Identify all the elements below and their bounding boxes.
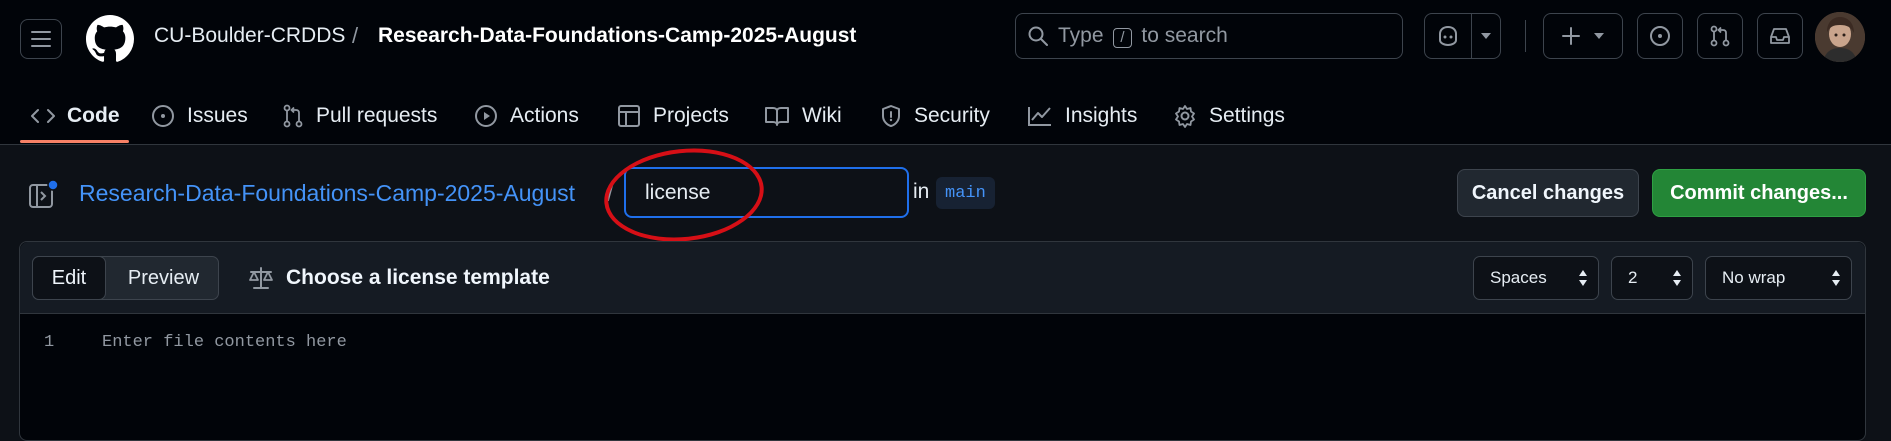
menu-button[interactable] [20, 19, 62, 59]
tab-settings[interactable]: Settings [1173, 88, 1285, 144]
repo-link[interactable]: Research-Data-Foundations-Camp-2025-Augu… [79, 180, 575, 207]
header-divider [1525, 20, 1526, 52]
avatar-image [1815, 12, 1865, 62]
pull-requests-button[interactable] [1697, 13, 1743, 59]
triangle-down-icon [1594, 33, 1604, 39]
filename-input[interactable] [624, 167, 909, 218]
issue-icon [1650, 26, 1670, 46]
breadcrumb-separator: / [352, 23, 359, 48]
tab-wiki[interactable]: Wiki [764, 88, 842, 144]
github-logo-icon[interactable] [86, 15, 134, 63]
repo-nav: Code Issues Pull requests Actions Projec… [0, 88, 1891, 144]
preview-mode-button[interactable]: Preview [110, 256, 217, 300]
breadcrumb-owner[interactable]: CU-Boulder-CRDDS [154, 24, 345, 48]
license-template-label: Choose a license template [286, 266, 550, 289]
edit-mode-button[interactable]: Edit [32, 256, 106, 300]
triangle-down-icon [1480, 33, 1491, 39]
tab-insights-label: Insights [1065, 104, 1138, 127]
path-separator: / [607, 180, 614, 206]
search-placeholder-suffix: to search [1141, 24, 1228, 47]
tab-actions-label: Actions [510, 104, 579, 127]
search-placeholder-prefix: Type [1058, 24, 1104, 47]
issue-icon [152, 105, 174, 127]
active-tab-indicator [20, 140, 129, 143]
copilot-button[interactable] [1425, 14, 1472, 58]
search-icon [1028, 26, 1048, 46]
wrap-mode-select[interactable]: No wrap [1705, 256, 1852, 300]
play-icon [475, 105, 497, 127]
tab-issues-label: Issues [187, 104, 248, 127]
indent-size-value: 2 [1628, 268, 1638, 287]
branch-badge: main [936, 177, 995, 209]
avatar[interactable] [1815, 12, 1865, 62]
tab-settings-label: Settings [1209, 104, 1285, 127]
code-editor-placeholder[interactable]: Enter file contents here [102, 333, 347, 352]
cancel-changes-button[interactable]: Cancel changes [1457, 169, 1639, 217]
branch-in-label: in [913, 180, 930, 203]
indent-size-select[interactable]: 2 [1611, 256, 1693, 300]
tab-security[interactable]: Security [880, 88, 990, 144]
issues-button[interactable] [1637, 13, 1683, 59]
graph-icon [1028, 107, 1051, 126]
tab-security-label: Security [914, 104, 990, 127]
inbox-button[interactable] [1757, 13, 1803, 59]
tab-insights[interactable]: Insights [1027, 88, 1137, 144]
copilot-button-group [1424, 13, 1501, 59]
law-icon [249, 267, 273, 289]
book-icon [765, 107, 789, 126]
create-new-button[interactable] [1543, 13, 1623, 59]
hamburger-icon [31, 31, 51, 47]
indent-mode-select[interactable]: Spaces [1473, 256, 1599, 300]
tab-wiki-label: Wiki [802, 104, 842, 127]
tab-actions[interactable]: Actions [474, 88, 579, 144]
copilot-icon [1438, 25, 1457, 47]
select-arrows-icon [1832, 270, 1840, 286]
select-arrows-icon [1673, 270, 1681, 286]
select-arrows-icon [1579, 270, 1587, 286]
search-shortcut-key: / [1113, 28, 1132, 48]
tab-projects[interactable]: Projects [617, 88, 729, 144]
license-template-button[interactable]: Choose a license template [248, 263, 550, 293]
pull-request-icon [1710, 25, 1730, 47]
tab-issues[interactable]: Issues [151, 88, 248, 144]
gear-icon [1175, 105, 1195, 128]
pull-request-icon [283, 104, 303, 128]
tab-projects-label: Projects [653, 104, 729, 127]
code-icon [31, 109, 55, 123]
tab-pull-requests-label: Pull requests [316, 104, 438, 127]
search-input[interactable]: Type / to search [1015, 13, 1403, 59]
shield-icon [882, 105, 900, 127]
tab-code-label: Code [67, 104, 120, 127]
wrap-mode-value: No wrap [1722, 268, 1786, 287]
indent-mode-value: Spaces [1490, 268, 1547, 287]
tab-code[interactable]: Code [31, 88, 120, 144]
breadcrumb-repo[interactable]: Research-Data-Foundations-Camp-2025-Augu… [378, 24, 856, 48]
line-number: 1 [44, 333, 55, 352]
file-tree-toggle[interactable] [27, 179, 59, 211]
tab-pull-requests[interactable]: Pull requests [282, 88, 437, 144]
plus-icon [1562, 27, 1580, 45]
inbox-icon [1770, 28, 1790, 44]
table-icon [618, 105, 640, 127]
sidebar-expand-icon [29, 179, 59, 208]
copilot-dropdown[interactable] [1472, 14, 1500, 58]
commit-changes-button[interactable]: Commit changes... [1652, 169, 1866, 217]
